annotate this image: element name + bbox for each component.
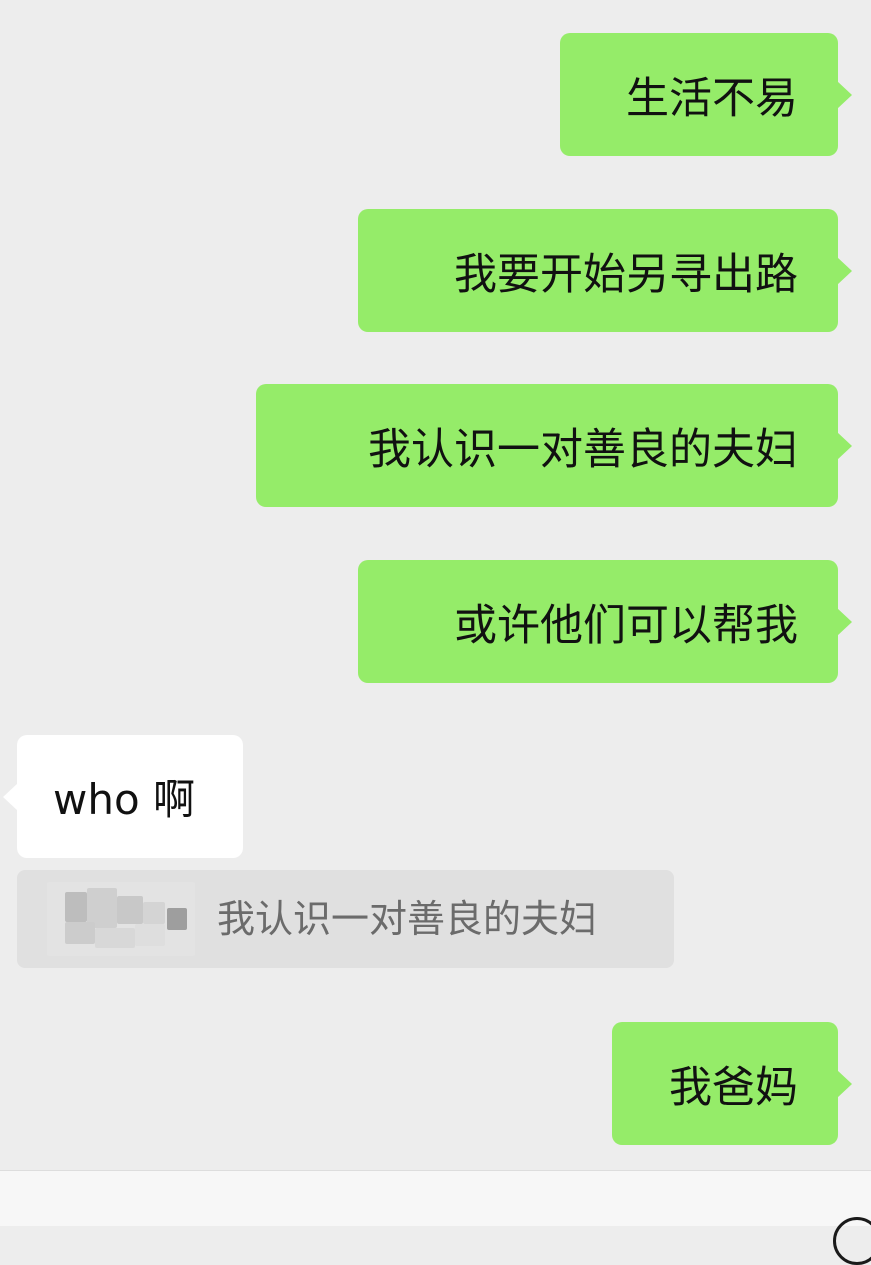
chat-message-list[interactable]: 生活不易 我要开始另寻出路 我认识一对善良的夫妇 或许他们可以帮我 who 啊 … [0,0,871,1170]
outgoing-message-bubble[interactable]: 或许他们可以帮我 [358,560,852,683]
message-text: 我爸妈 [669,1062,798,1113]
blurred-avatar-icon [47,882,195,956]
message-text: 我要开始另寻出路 [454,249,798,300]
message-text: who 啊 [53,775,196,824]
outgoing-message-bubble[interactable]: 我认识一对善良的夫妇 [256,384,852,507]
message-text: 或许他们可以帮我 [454,600,798,651]
message-text: 我认识一对善良的夫妇 [368,424,798,475]
outgoing-message-bubble[interactable]: 我要开始另寻出路 [358,209,852,332]
message-text: 生活不易 [626,73,798,124]
incoming-message-bubble[interactable]: who 啊 [3,735,243,858]
outgoing-message-bubble[interactable]: 我爸妈 [612,1022,852,1145]
plus-circle-icon[interactable] [833,1217,871,1265]
quoted-message[interactable]: 我认识一对善良的夫妇 [17,870,674,968]
outgoing-message-bubble[interactable]: 生活不易 [560,33,852,156]
input-bar [0,1170,871,1265]
quoted-message-text: 我认识一对善良的夫妇 [217,897,598,941]
